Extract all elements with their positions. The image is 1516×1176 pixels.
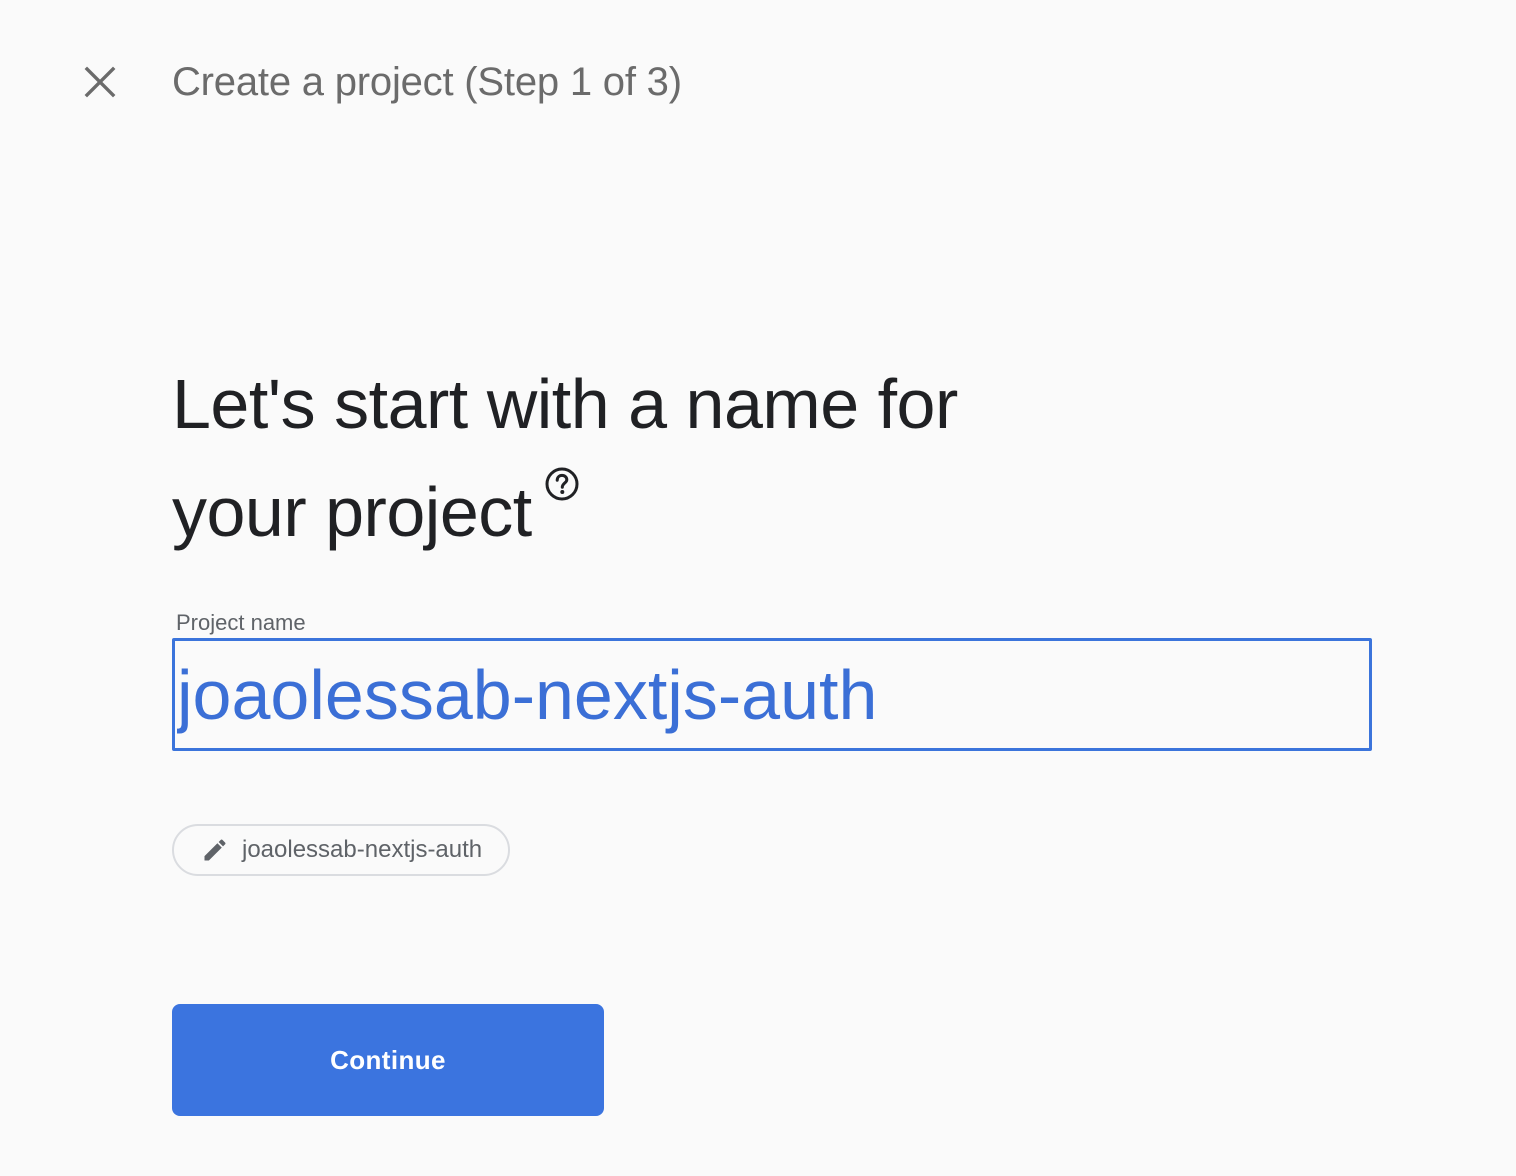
heading-line-2: your project [172, 473, 532, 551]
create-project-page: Create a project (Step 1 of 3) Let's sta… [0, 0, 1516, 1176]
project-id-chip[interactable]: joaolessab-nextjs-auth [172, 824, 511, 876]
project-name-label: Project name [176, 610, 306, 635]
heading-line-1: Let's start with a name for [172, 365, 958, 443]
close-icon [84, 66, 116, 98]
continue-button[interactable]: Continue [172, 1004, 604, 1116]
project-name-field-container [172, 638, 1372, 751]
project-id-chip-label: joaolessab-nextjs-auth [242, 836, 483, 863]
main-heading: Let's start with a name for your project [172, 350, 1132, 566]
page-title: Create a project (Step 1 of 3) [172, 60, 682, 104]
close-button[interactable] [72, 54, 128, 110]
project-name-input[interactable] [175, 641, 1369, 748]
pencil-icon [200, 835, 230, 865]
help-circle-icon[interactable] [544, 466, 580, 502]
